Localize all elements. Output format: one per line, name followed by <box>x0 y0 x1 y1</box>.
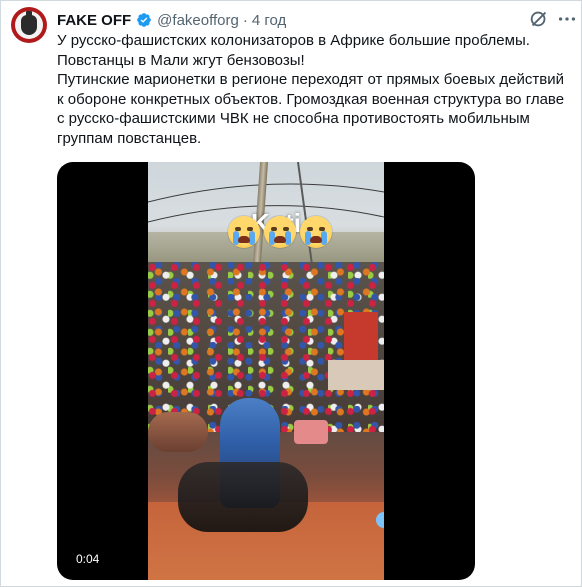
tweet-text: У русско-фашистских колонизаторов в Афри… <box>57 31 572 148</box>
video-duration: 0:04 <box>76 552 100 566</box>
tweet-paragraph: Повстанцы в Мали жгут бензовозы! <box>57 51 305 69</box>
author-name[interactable]: FAKE OFF <box>57 12 131 29</box>
tweet-header: FAKE OFF @fakeofforg · 4 год <box>57 10 286 30</box>
tweet-paragraph: У русско-фашистских колонизаторов в Афри… <box>57 32 530 49</box>
crying-face-icon <box>228 216 260 248</box>
more-options-icon[interactable] <box>556 8 578 30</box>
separator-dot: · <box>242 11 248 29</box>
tweet-paragraph: Путинские марионетки в регионе переходят… <box>57 71 565 147</box>
crying-face-icon <box>300 216 332 248</box>
tweet-card[interactable]: FAKE OFF @fakeofforg · 4 год У русско-фа… <box>0 0 582 587</box>
verified-badge-icon <box>137 13 152 27</box>
crying-face-icon <box>264 216 296 248</box>
avatar[interactable] <box>11 7 47 43</box>
video-frame: Kati <box>148 162 384 580</box>
timestamp[interactable]: 4 год <box>252 12 286 29</box>
author-handle[interactable]: @fakeofforg <box>157 12 239 29</box>
video-player[interactable]: Kati 0:04 <box>57 162 475 580</box>
grok-icon[interactable] <box>528 8 550 30</box>
